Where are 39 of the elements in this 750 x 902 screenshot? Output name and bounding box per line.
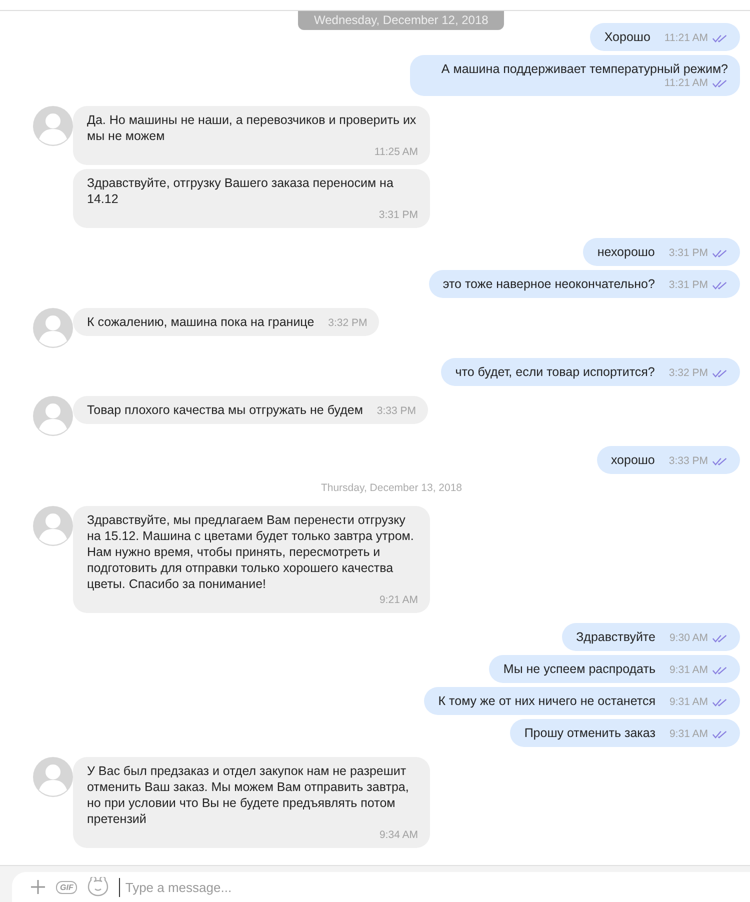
message-text: Да. Но машины не наши, а перевозчиков и проверить их мы не можем <box>87 112 418 144</box>
bear-face-icon[interactable] <box>87 877 110 897</box>
gif-button[interactable]: GIF <box>56 880 78 894</box>
message-text: это тоже наверное неокончательно? <box>442 276 655 292</box>
message-time: 9:21 AM <box>379 594 418 607</box>
message-field[interactable]: GIF Type a message... <box>12 872 750 902</box>
message-text: К сожалению, машина пока на границе <box>87 314 314 330</box>
message-time: 9:31 AM <box>669 696 708 709</box>
message-text: Мы не успеем распродать <box>503 661 656 677</box>
message-time: 11:21 AM <box>664 32 708 45</box>
message-text: Здравствуйте, мы предлагаем Вам перенести отгрузку на 15.12. Машина с цветами будет только завтра утром. Нам нужно время, чтобы принять, пересмотреть и подготовить для отправки только хорошего качества цветы. Спасибо за понимание! <box>87 512 415 592</box>
message-time: 9:31 AM <box>669 728 708 741</box>
message-input[interactable]: Type a message... <box>119 878 750 896</box>
message-time: 3:32 PM <box>328 317 368 330</box>
message-text: К тому же от них ничего не останется <box>438 693 656 709</box>
message-time: 11:21 AM <box>664 77 708 90</box>
message-text: Здравствуйте, отгрузку Вашего заказа переносим на 14.12 <box>87 175 394 207</box>
message-text: Здравствуйте <box>576 629 656 645</box>
message-time: 3:32 PM <box>668 367 708 380</box>
message-time: 3:33 PM <box>376 405 416 418</box>
date-label: Thursday, December 13, 2018 <box>320 481 462 496</box>
message-time: 3:33 PM <box>668 455 708 468</box>
message-time: 11:25 AM <box>374 146 418 159</box>
message-time: 9:30 AM <box>669 632 708 645</box>
date-badge: Wednesday, December 12, 2018 <box>298 11 504 30</box>
message-text: У Вас был предзаказ и отдел закупок нам не разрешит отменить Ваш заказ. Мы можем Вам отправить завтра, но при условии что Вы не будете предъявлять потом претензий <box>87 763 410 827</box>
message-text: хорошо <box>610 452 655 468</box>
message-time: 3:31 PM <box>378 209 418 222</box>
message-time: 9:34 AM <box>379 829 418 842</box>
message-time: 9:31 AM <box>669 664 708 677</box>
message-time: 3:31 PM <box>668 247 708 260</box>
message-text: А машина поддерживает температурный режим? <box>441 61 728 77</box>
message-text: нехорошо <box>597 244 655 260</box>
message-text: Прошу отменить заказ <box>524 725 656 741</box>
message-text: Товар плохого качества мы отгружать не будем <box>87 402 363 418</box>
message-text: Хорошо <box>604 29 650 45</box>
message-time: 3:31 PM <box>668 279 708 292</box>
plus-icon[interactable] <box>30 879 46 895</box>
message-text: что будет, если товар испортится? <box>455 364 655 380</box>
